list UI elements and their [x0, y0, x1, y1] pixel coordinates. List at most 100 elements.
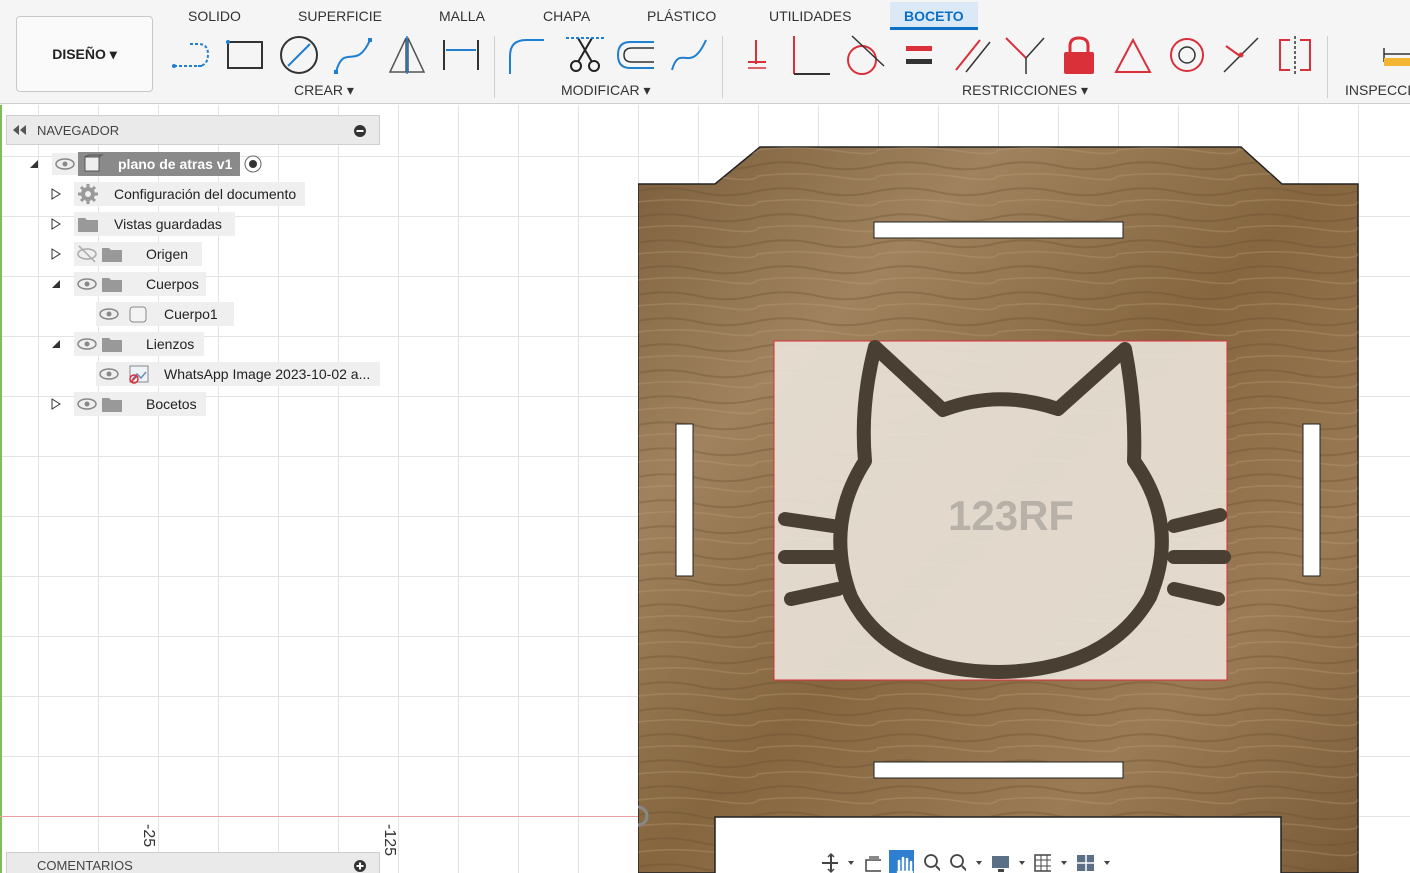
trim-tool-icon[interactable] — [562, 32, 608, 78]
toolbar-separator — [1327, 36, 1328, 98]
circle-tool-icon[interactable] — [276, 32, 322, 78]
curve-tool-icon[interactable] — [666, 32, 712, 78]
tree-item-label: Vistas guardadas — [114, 216, 222, 232]
axis-label-left: -25 — [140, 824, 157, 848]
axis-label-right: -125 — [381, 824, 398, 857]
slot-bottom[interactable] — [873, 761, 1124, 779]
collapsed-triangle-icon[interactable] — [50, 218, 62, 230]
folder-icon — [78, 218, 98, 232]
slot-right[interactable] — [1302, 423, 1321, 577]
pan-icon[interactable] — [888, 850, 914, 873]
tree-item-label: WhatsApp Image 2023-10-02 a... — [164, 366, 371, 382]
viewports-icon[interactable] — [1075, 852, 1094, 873]
slot-left[interactable] — [675, 423, 694, 577]
eye-icon[interactable] — [74, 273, 100, 295]
chevron-down-icon[interactable] — [1017, 852, 1025, 873]
zoom-icon[interactable] — [922, 852, 940, 873]
coincident-constraint-icon[interactable] — [1002, 32, 1048, 78]
viewport-canvas[interactable]: 123RF — [638, 105, 1410, 873]
tree-item-lienzos[interactable]: Lienzos — [74, 332, 204, 356]
component-icon — [84, 154, 104, 172]
gear-icon — [78, 184, 98, 204]
grid-settings-icon[interactable] — [1033, 852, 1052, 873]
concentric-constraint-icon[interactable] — [1164, 32, 1210, 78]
spline-tool-icon[interactable] — [330, 32, 376, 78]
collapsed-triangle-icon[interactable] — [50, 248, 62, 260]
collapse-left-icon[interactable] — [13, 125, 27, 135]
tree-item-canvas-image[interactable]: WhatsApp Image 2023-10-02 a... — [96, 362, 380, 386]
fix-constraint-icon[interactable] — [734, 32, 780, 78]
toolbar-separator — [494, 36, 495, 98]
equal-constraint-icon[interactable] — [896, 32, 942, 78]
expanded-triangle-icon[interactable] — [50, 338, 62, 350]
dimension-tool-icon[interactable] — [438, 32, 484, 78]
lock-constraint-icon[interactable] — [1056, 32, 1102, 78]
tree-item-cuerpos[interactable]: Cuerpos — [74, 272, 206, 296]
expanded-triangle-icon[interactable] — [50, 278, 62, 290]
body-icon — [129, 306, 147, 323]
perpendicular-constraint-icon[interactable] — [788, 32, 834, 78]
orbit-icon[interactable] — [820, 852, 839, 873]
radio-active-icon[interactable] — [242, 153, 264, 175]
component-node[interactable]: plano de atras v1 — [78, 152, 241, 176]
tab-chapa[interactable]: CHAPA — [529, 2, 604, 30]
tree-item-config[interactable]: Configuración del documento — [74, 182, 305, 206]
line-tool-icon[interactable] — [168, 32, 214, 78]
tree-root-row[interactable]: plano de atras v1 — [50, 152, 276, 176]
expanded-triangle-icon[interactable] — [28, 158, 40, 170]
triangle-constraint-icon[interactable] — [1110, 32, 1156, 78]
eye-icon[interactable] — [52, 153, 78, 175]
tab-superficie[interactable]: SUPERFICIE — [284, 2, 396, 30]
symmetry-constraint-icon[interactable] — [1272, 32, 1318, 78]
navigator-title: NAVEGADOR — [37, 123, 120, 138]
eye-icon[interactable] — [74, 393, 100, 415]
eye-icon[interactable] — [96, 303, 122, 325]
comments-panel: COMENTARIOS — [6, 852, 380, 873]
offset-tool-icon[interactable] — [612, 32, 658, 78]
eye-icon[interactable] — [74, 333, 100, 355]
eye-hidden-icon[interactable] — [74, 243, 100, 265]
chevron-down-icon[interactable] — [846, 852, 855, 873]
display-settings-icon[interactable] — [990, 852, 1009, 873]
minimize-icon[interactable] — [353, 124, 367, 138]
collapsed-triangle-icon[interactable] — [50, 188, 62, 200]
parallel-constraint-icon[interactable] — [950, 32, 996, 78]
tree-item-label: Bocetos — [146, 396, 197, 412]
tree-item-vistas[interactable]: Vistas guardadas — [74, 212, 235, 236]
chevron-down-icon[interactable] — [974, 852, 983, 873]
tree-item-origen[interactable]: Origen — [74, 242, 202, 266]
mirror-tool-icon[interactable] — [384, 32, 430, 78]
group-restricciones[interactable]: RESTRICCIONES ▾ — [962, 82, 1088, 99]
tab-plastico[interactable]: PLÁSTICO — [633, 2, 730, 30]
group-inspeccionar[interactable]: INSPECCI — [1345, 82, 1410, 98]
measure-tool-icon[interactable] — [1378, 32, 1410, 78]
watermark-text: 123RF — [948, 492, 1074, 539]
workspace-label: DISEÑO ▾ — [52, 45, 117, 62]
look-at-icon[interactable] — [863, 852, 881, 873]
midpoint-constraint-icon[interactable] — [1218, 32, 1264, 78]
chevron-down-icon[interactable] — [1102, 852, 1110, 873]
tree-item-bocetos[interactable]: Bocetos — [74, 392, 206, 416]
tree-item-cuerpo1[interactable]: Cuerpo1 — [96, 302, 234, 326]
navigator-panel: NAVEGADOR — [6, 115, 380, 145]
fillet-tool-icon[interactable] — [504, 32, 550, 78]
chevron-down-icon[interactable] — [1059, 852, 1068, 873]
tab-boceto[interactable]: BOCETO — [890, 2, 978, 30]
slot-top[interactable] — [873, 221, 1124, 239]
group-modificar[interactable]: MODIFICAR ▾ — [561, 82, 650, 99]
folder-icon — [102, 398, 122, 412]
tab-utilidades[interactable]: UTILIDADES — [755, 2, 865, 30]
group-crear[interactable]: CREAR ▾ — [294, 82, 354, 99]
add-comment-icon[interactable] — [353, 859, 367, 873]
tangent-constraint-icon[interactable] — [842, 32, 888, 78]
tab-malla[interactable]: MALLA — [425, 2, 499, 30]
collapsed-triangle-icon[interactable] — [50, 398, 62, 410]
rectangle-tool-icon[interactable] — [222, 32, 268, 78]
zoom-window-icon[interactable] — [948, 852, 967, 873]
tab-solido[interactable]: SOLIDO — [174, 2, 255, 30]
workspace-selector[interactable]: DISEÑO ▾ — [16, 16, 153, 92]
eye-icon[interactable] — [96, 363, 122, 385]
tree-root-label: plano de atras v1 — [118, 156, 233, 172]
tree-item-label: Cuerpos — [146, 276, 199, 292]
toolbar: DISEÑO ▾ SOLIDO SUPERFICIE MALLA CHAPA P… — [0, 0, 1410, 104]
